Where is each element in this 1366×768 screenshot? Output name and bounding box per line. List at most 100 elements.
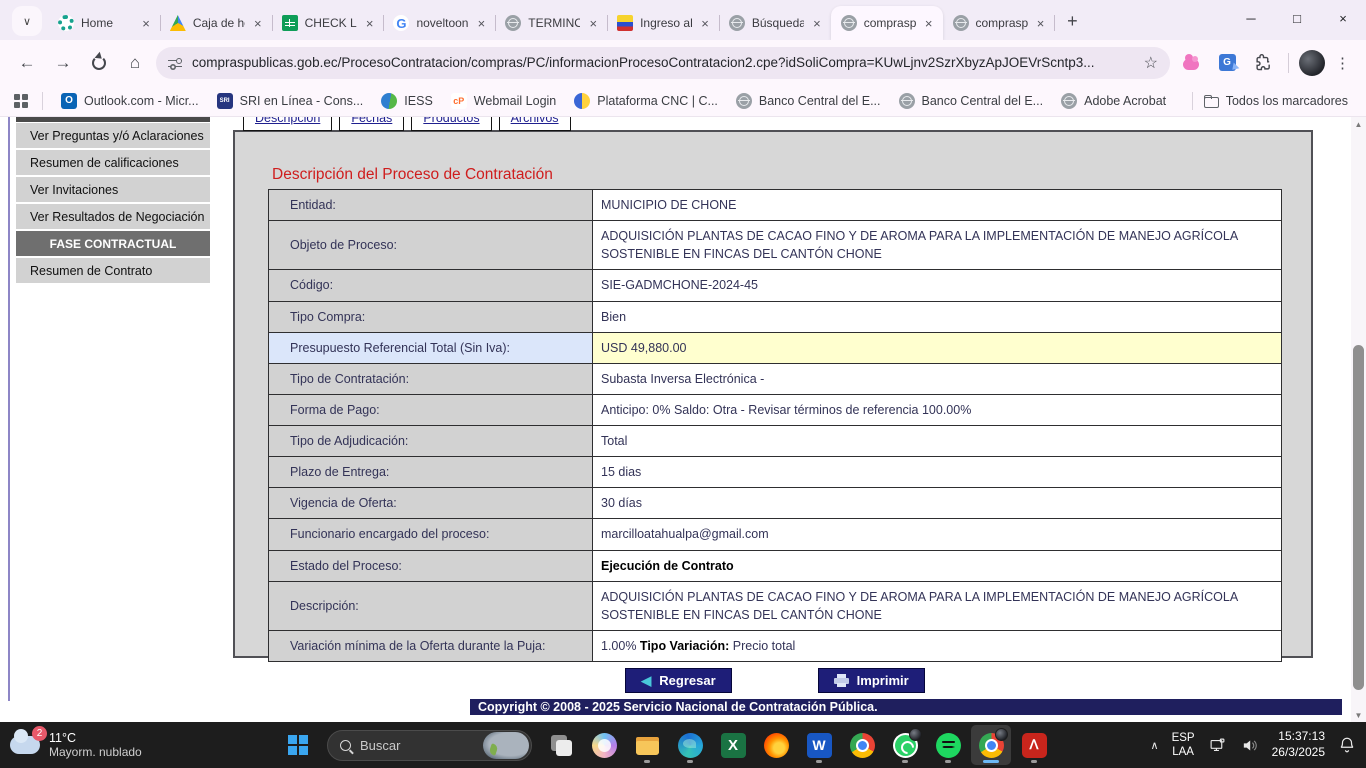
table-row: Presupuesto Referencial Total (Sin Iva):… <box>269 333 1281 364</box>
browser-tab[interactable]: Búsqueda× <box>719 6 831 40</box>
regresar-button[interactable]: ◀ Regresar <box>625 668 731 693</box>
bookmark-item[interactable]: O Outlook.com - Micr... <box>57 90 203 112</box>
tab-close-icon[interactable]: × <box>476 16 488 31</box>
copilot-taskbar-button[interactable] <box>584 725 624 765</box>
site-settings-icon[interactable] <box>168 57 182 69</box>
process-tab[interactable]: Fechas <box>339 117 404 131</box>
tab-close-icon[interactable]: × <box>1035 16 1047 31</box>
firefox-taskbar-button[interactable] <box>756 725 796 765</box>
browser-menu-button[interactable]: ⋮ <box>1331 54 1354 72</box>
bookmark-item[interactable]: IESS <box>377 90 437 112</box>
table-row: Código:SIE-GADMCHONE-2024-45 <box>269 270 1281 301</box>
apps-grid-icon[interactable] <box>14 94 28 108</box>
whatsapp-taskbar-button[interactable] <box>885 725 925 765</box>
reload-icon <box>92 56 106 70</box>
tab-close-icon[interactable]: × <box>252 16 264 31</box>
sidebar-item[interactable]: Resumen de calificaciones <box>16 150 210 175</box>
search-highlight-image[interactable] <box>483 732 529 759</box>
excel-taskbar-button[interactable]: X <box>713 725 753 765</box>
weather-widget[interactable]: 2 11°C Mayorm. nublado <box>10 722 142 768</box>
printer-icon <box>834 674 849 687</box>
browser-tab[interactable]: comprasp× <box>943 6 1055 40</box>
process-tab[interactable]: Productos <box>411 117 491 131</box>
address-bar[interactable]: compraspublicas.gob.ec/ProcesoContrataci… <box>156 47 1170 79</box>
clock[interactable]: 15:37:13 26/3/2025 <box>1272 729 1325 760</box>
back-button[interactable]: ← <box>12 48 42 78</box>
process-tab[interactable]: Archivos <box>499 117 571 131</box>
bookmark-item[interactable]: Plataforma CNC | C... <box>570 90 722 112</box>
sidebar-item[interactable]: Ver Invitaciones <box>16 177 210 202</box>
firefox-icon <box>764 733 789 758</box>
language-top: ESP <box>1172 731 1195 745</box>
network-icon[interactable] <box>1208 737 1227 754</box>
browser-tab[interactable]: TERMINO× <box>495 6 607 40</box>
browser-tab[interactable]: Home× <box>48 6 160 40</box>
task-view-taskbar-button[interactable] <box>541 725 581 765</box>
process-tab[interactable]: Descripción <box>243 117 332 131</box>
tab-close-icon[interactable]: × <box>587 16 599 31</box>
weather-extension-button[interactable] <box>1176 48 1206 78</box>
sidebar-item[interactable]: Resumen de Contrato <box>16 258 210 283</box>
chrome-profile-taskbar-button[interactable] <box>971 725 1011 765</box>
copilot-icon <box>592 733 617 758</box>
tab-close-icon[interactable]: × <box>811 16 823 31</box>
bookmark-item[interactable]: Banco Central del E... <box>895 90 1048 112</box>
bookmark-item[interactable]: cPWebmail Login <box>447 90 560 112</box>
time: 15:37:13 <box>1272 729 1325 745</box>
profile-avatar[interactable] <box>1299 50 1325 76</box>
page-scrollbar[interactable]: ▲ ▼ <box>1351 117 1366 722</box>
forward-button[interactable]: → <box>48 48 78 78</box>
bookmark-item[interactable]: Banco Central del E... <box>732 90 885 112</box>
folder-icon <box>1203 93 1219 109</box>
reload-button[interactable] <box>84 48 114 78</box>
scrollbar-thumb[interactable] <box>1353 345 1364 690</box>
maximize-button[interactable]: □ <box>1274 0 1320 36</box>
tab-close-icon[interactable]: × <box>364 16 376 31</box>
translate-extension-button[interactable]: G <box>1212 48 1242 78</box>
bookmark-label: Webmail Login <box>474 94 556 108</box>
spotify-taskbar-button[interactable] <box>928 725 968 765</box>
edge-taskbar-button[interactable] <box>670 725 710 765</box>
browser-tab[interactable]: Caja de he× <box>160 6 272 40</box>
bookmark-star-icon[interactable]: ☆ <box>1144 53 1158 73</box>
close-button[interactable]: × <box>1320 0 1366 36</box>
sidebar-item[interactable]: Ver Resultados de Negociación <box>16 204 210 229</box>
volume-icon[interactable] <box>1240 737 1259 754</box>
scroll-down-arrow[interactable]: ▼ <box>1351 708 1366 722</box>
notification-badge: 2 <box>32 726 47 741</box>
taskbar-search[interactable]: Buscar <box>327 730 532 761</box>
imprimir-label: Imprimir <box>857 673 909 688</box>
tab-close-icon[interactable]: × <box>699 16 711 31</box>
chrome-taskbar-button[interactable] <box>842 725 882 765</box>
row-label: Entidad: <box>269 190 593 220</box>
start-button[interactable] <box>278 725 318 765</box>
tab-search-button[interactable]: ∨ <box>12 6 42 36</box>
all-bookmarks[interactable]: Todos los marcadores <box>1186 90 1352 112</box>
browser-tab[interactable]: comprasp× <box>831 6 943 40</box>
row-value: Bien <box>593 302 1281 332</box>
tab-close-icon[interactable]: × <box>140 16 152 31</box>
imprimir-button[interactable]: Imprimir <box>818 668 925 693</box>
extensions-button[interactable] <box>1248 48 1278 78</box>
bookmark-label: Outlook.com - Micr... <box>84 94 199 108</box>
tab-title: noveltoon <box>416 16 468 30</box>
acrobat-taskbar-button[interactable]: ꓥ <box>1014 725 1054 765</box>
browser-tab[interactable]: Ingreso al× <box>607 6 719 40</box>
scroll-up-arrow[interactable]: ▲ <box>1351 117 1366 131</box>
notifications-bell-icon[interactable] <box>1338 736 1356 754</box>
new-tab-button[interactable]: + <box>1058 7 1086 35</box>
minimize-button[interactable]: ─ <box>1228 0 1274 36</box>
outlook-icon: O <box>61 93 77 109</box>
tab-close-icon[interactable]: × <box>923 16 935 31</box>
browser-tab[interactable]: Gnoveltoon× <box>383 6 495 40</box>
bookmark-item[interactable]: SRISRI en Línea - Cons... <box>213 90 368 112</box>
bookmark-item[interactable]: Adobe Acrobat <box>1057 90 1170 112</box>
file-explorer-taskbar-button[interactable] <box>627 725 667 765</box>
url-text[interactable]: compraspublicas.gob.ec/ProcesoContrataci… <box>192 55 1134 70</box>
home-button[interactable]: ⌂ <box>120 48 150 78</box>
word-taskbar-button[interactable]: W <box>799 725 839 765</box>
language-indicator[interactable]: ESP LAA <box>1172 731 1195 760</box>
hidden-icons-chevron[interactable]: ∧ <box>1151 739 1159 752</box>
sidebar-item[interactable]: Ver Preguntas y/ó Aclaraciones <box>16 123 210 148</box>
browser-tab[interactable]: CHECK LIS× <box>272 6 384 40</box>
